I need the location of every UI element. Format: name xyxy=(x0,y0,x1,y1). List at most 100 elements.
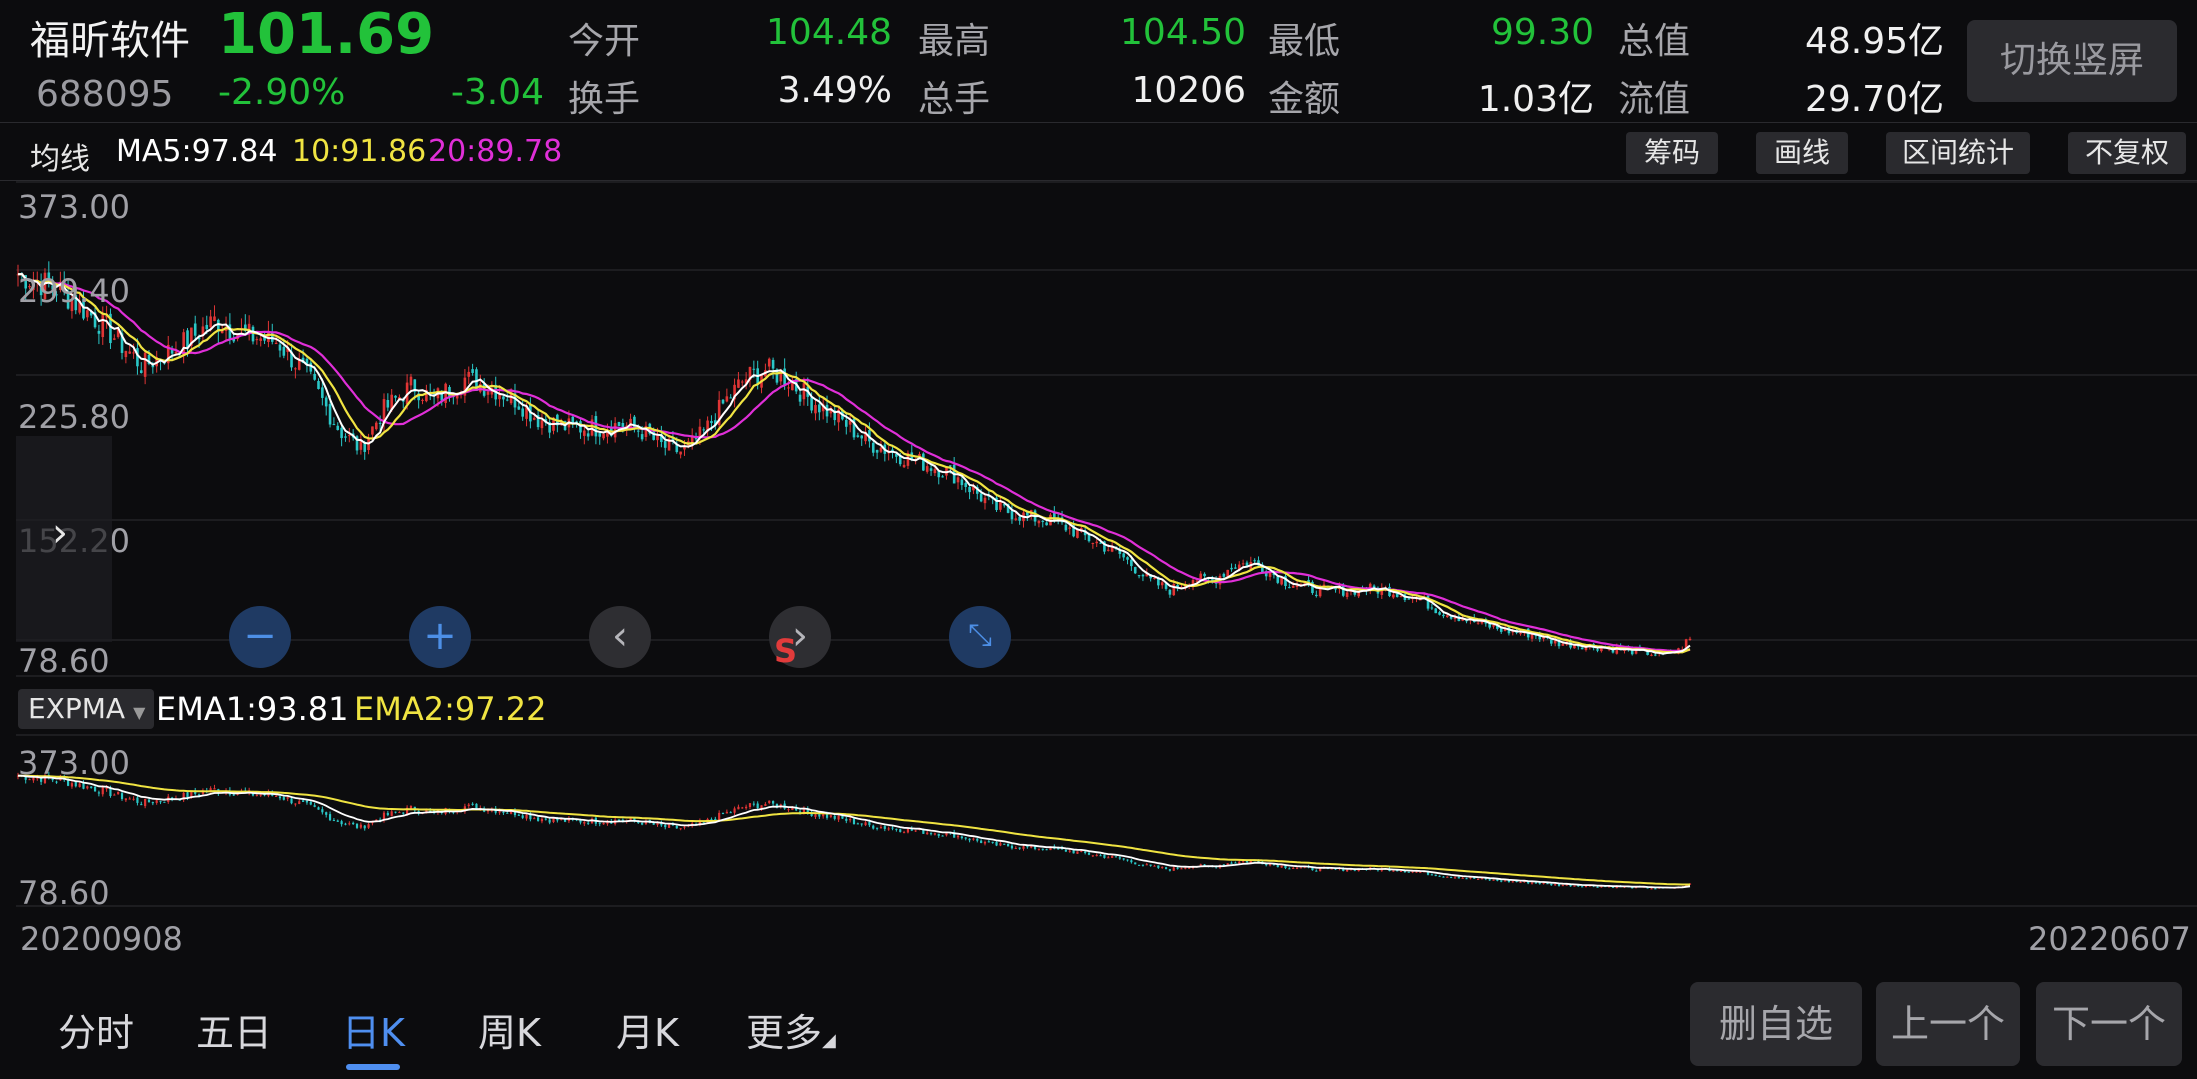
candle-body xyxy=(879,447,883,452)
axis-label-3: 225.80 xyxy=(18,398,130,436)
candle-body xyxy=(1203,573,1206,577)
candle-body xyxy=(313,373,316,380)
candle-body xyxy=(879,827,883,829)
candle-body xyxy=(1099,855,1102,857)
candle-body xyxy=(949,465,952,467)
candle-body xyxy=(1530,634,1534,639)
candle-body xyxy=(752,803,755,805)
candle-body xyxy=(332,424,336,426)
candle-body xyxy=(1407,598,1411,600)
candle-body xyxy=(1153,578,1156,580)
candle-body xyxy=(987,841,990,843)
candle-body xyxy=(1018,847,1021,849)
candle-body xyxy=(937,833,940,836)
candle-body xyxy=(802,383,806,400)
remove-watchlist-button[interactable]: 删自选 xyxy=(1690,982,1862,1066)
candle-body xyxy=(1392,870,1395,872)
candle-body xyxy=(1430,874,1433,876)
candle-body xyxy=(571,416,575,423)
candle-body xyxy=(1561,885,1564,887)
candle-body xyxy=(74,781,77,787)
candle-body xyxy=(852,818,856,825)
zoom-in-button[interactable]: + xyxy=(409,606,471,668)
candle-body xyxy=(274,342,278,345)
candle-body xyxy=(324,397,328,407)
candle-body xyxy=(359,824,362,828)
candle-body xyxy=(756,803,759,809)
candle-body xyxy=(255,339,259,341)
candle-body xyxy=(1299,867,1302,869)
candle-body xyxy=(740,381,744,383)
candle-body xyxy=(902,832,906,834)
candle-body xyxy=(1041,848,1044,850)
tab-intraday[interactable]: 分时 xyxy=(58,1002,134,1057)
candle-body xyxy=(1442,876,1445,878)
tab-daily-k[interactable]: 日K xyxy=(342,1002,405,1057)
chevron-right-icon: › xyxy=(52,510,68,556)
candle-body xyxy=(132,798,135,800)
indicator-select[interactable]: EXPMA ▼ xyxy=(18,689,154,729)
candle-body xyxy=(1003,843,1006,845)
previous-button[interactable]: 上一个 xyxy=(1876,982,2020,1066)
scroll-left-button[interactable]: ‹ xyxy=(589,606,651,668)
candle-body xyxy=(498,811,501,813)
candle-body xyxy=(1580,647,1584,650)
candle-body xyxy=(220,331,224,334)
next-button[interactable]: 下一个 xyxy=(2036,982,2182,1066)
candle-body xyxy=(113,338,116,340)
candle-body xyxy=(309,801,312,805)
candle-body xyxy=(1080,850,1083,852)
candle-body xyxy=(1584,885,1588,888)
zoom-out-button[interactable]: − xyxy=(229,606,291,668)
candle-body xyxy=(1276,865,1279,868)
candle-body xyxy=(1091,543,1095,545)
compress-button[interactable]: ⤡ xyxy=(949,606,1011,668)
candle-body xyxy=(1045,849,1048,851)
tab-weekly-k[interactable]: 周K xyxy=(478,1002,541,1057)
candle-body xyxy=(871,442,875,453)
candle-body xyxy=(1064,849,1067,852)
candle-body xyxy=(641,823,644,825)
candle-body xyxy=(1345,592,1349,597)
candle-body xyxy=(540,420,544,429)
candle-body xyxy=(991,841,994,843)
tab-five-day[interactable]: 五日 xyxy=(196,1002,272,1057)
candle-body xyxy=(1064,524,1068,531)
candle-body xyxy=(1037,520,1041,524)
kline-chart[interactable] xyxy=(0,0,2197,1079)
candle-body xyxy=(325,812,328,815)
side-panel-toggle[interactable]: › xyxy=(16,436,112,642)
candle-body xyxy=(1399,870,1403,872)
candle-body xyxy=(1415,871,1418,873)
candle-body xyxy=(1137,575,1141,577)
candle-body xyxy=(1650,654,1653,656)
candle-body xyxy=(822,814,825,817)
tab-more[interactable]: 更多◢ xyxy=(746,1002,836,1057)
candle-body xyxy=(964,837,967,839)
candle-body xyxy=(983,497,987,504)
sub-candles xyxy=(16,771,1692,890)
candle-body xyxy=(394,395,397,398)
candle-body xyxy=(502,811,505,813)
candle-body xyxy=(872,825,875,829)
candle-body xyxy=(1442,614,1445,617)
candle-body xyxy=(656,823,659,825)
candle-body xyxy=(995,841,998,846)
candle-body xyxy=(344,823,347,825)
candle-body xyxy=(101,787,104,795)
candle-body xyxy=(925,466,929,472)
candle-body xyxy=(1550,639,1553,644)
candle-body xyxy=(844,419,848,427)
candle-body xyxy=(902,464,906,468)
candle-body xyxy=(718,812,721,821)
candle-body xyxy=(297,360,301,370)
candle-body xyxy=(929,468,933,471)
tab-monthly-k[interactable]: 月K xyxy=(616,1002,679,1057)
candle-body xyxy=(128,351,132,354)
candle-body xyxy=(968,838,971,841)
candle-body xyxy=(313,805,316,807)
candle-body xyxy=(1477,878,1480,880)
candle-body xyxy=(602,433,605,439)
candle-body xyxy=(1346,869,1349,872)
candle-body xyxy=(960,479,964,486)
